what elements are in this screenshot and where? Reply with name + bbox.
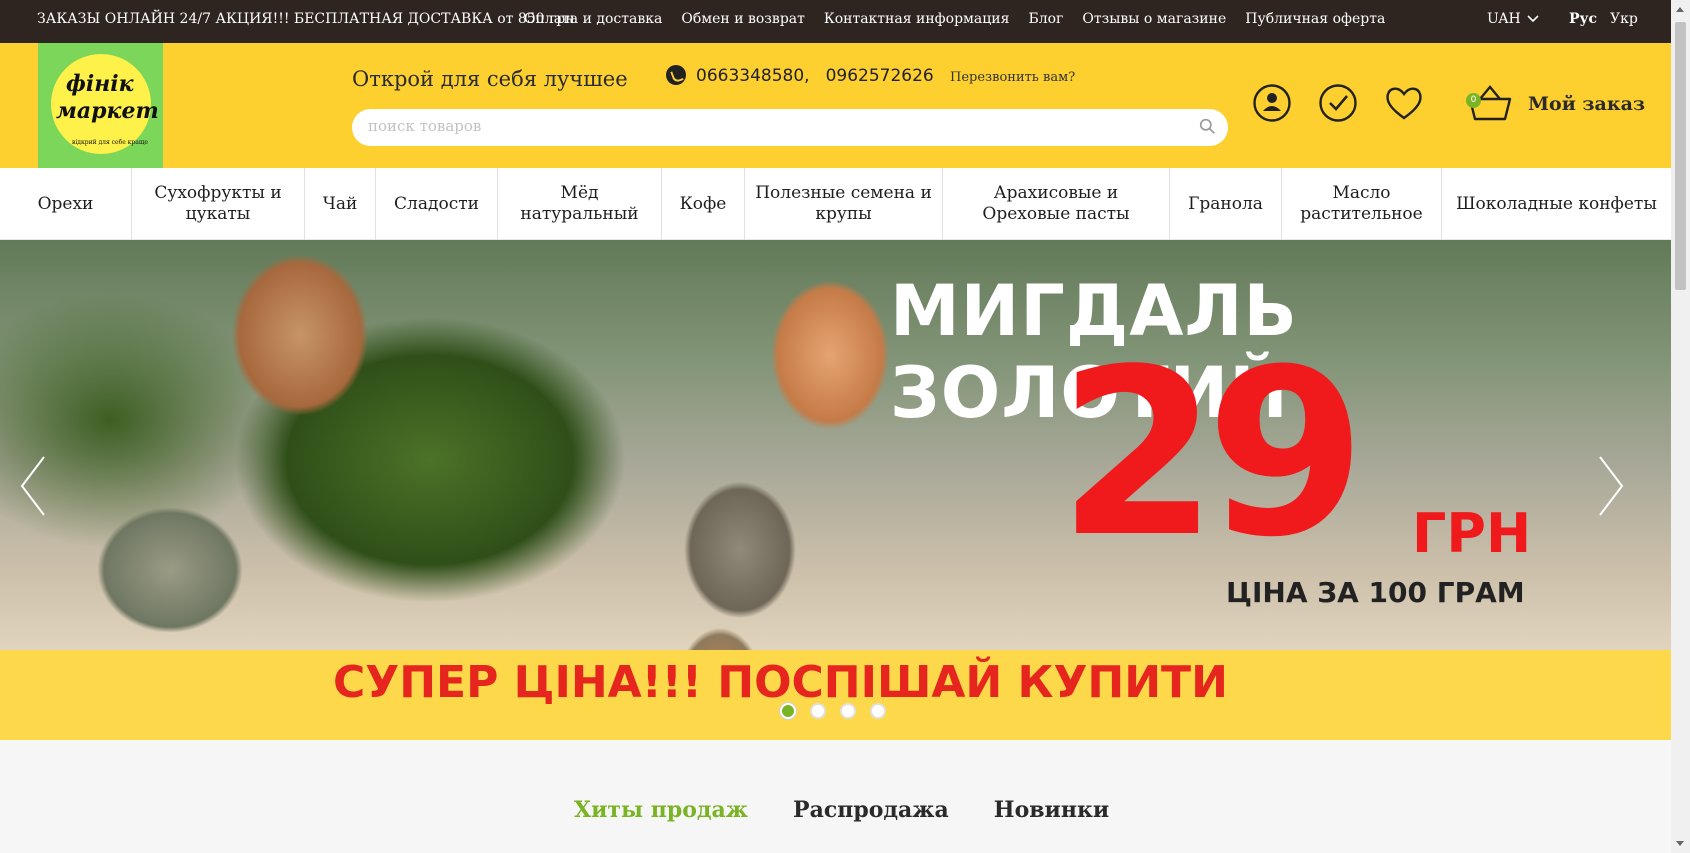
header: фінік маркет відкрий для себе краще Откр… — [0, 43, 1671, 168]
nav-item-seeds-grains[interactable]: Полезные семена и крупы — [745, 168, 943, 240]
search-input[interactable] — [368, 117, 1168, 135]
nav-item-granola[interactable]: Гранола — [1170, 168, 1282, 240]
link-payment-delivery[interactable]: Оплата и доставка — [524, 11, 662, 27]
currency-value: UAH — [1487, 11, 1521, 27]
nav-item-coffee[interactable]: Кофе — [662, 168, 745, 240]
nav-item-sweets[interactable]: Сладости — [376, 168, 498, 240]
slider-dot-1[interactable] — [780, 703, 796, 719]
language-switcher: Рус Укр — [1569, 11, 1638, 27]
chevron-down-icon — [1527, 15, 1539, 23]
search-box — [352, 109, 1228, 146]
tab-sale[interactable]: Распродажа — [793, 797, 949, 823]
link-contacts[interactable]: Контактная информация — [824, 11, 1010, 27]
page-scrollbar[interactable] — [1671, 0, 1690, 853]
lang-uk[interactable]: Укр — [1610, 11, 1638, 27]
phone-icon — [666, 65, 686, 85]
compare-check-icon[interactable] — [1318, 83, 1358, 123]
nav-item-tea[interactable]: Чай — [305, 168, 376, 240]
banner-price: 29 — [1058, 321, 1366, 588]
link-reviews[interactable]: Отзывы о магазине — [1082, 11, 1226, 27]
tab-bestsellers[interactable]: Хиты продаж — [574, 797, 748, 823]
nav-item-nuts[interactable]: Орехи — [0, 168, 132, 240]
slider-dot-3[interactable] — [840, 703, 856, 719]
scroll-down-arrow-icon[interactable] — [1676, 841, 1684, 846]
nav-item-vegetable-oil[interactable]: Масло растительное — [1282, 168, 1442, 240]
scroll-up-arrow-icon[interactable] — [1676, 7, 1684, 12]
link-public-offer[interactable]: Публичная оферта — [1245, 11, 1385, 27]
logo-line-3: відкрий для себе краще — [72, 139, 148, 146]
slider-next-arrow-icon[interactable] — [1596, 455, 1626, 517]
account-icon[interactable] — [1252, 83, 1292, 123]
banner-price-per: ЦІНА ЗА 100 ГРАМ — [1226, 576, 1525, 609]
scrollbar-thumb[interactable] — [1675, 22, 1686, 290]
banner-cta: СУПЕР ЦІНА!!! ПОСПІШАЙ КУПИТИ — [333, 657, 1228, 708]
slider-dot-4[interactable] — [870, 703, 886, 719]
nav-item-nut-pastes[interactable]: Арахисовые и Ореховые пасты — [943, 168, 1170, 240]
link-exchange-return[interactable]: Обмен и возврат — [681, 11, 805, 27]
promo-text: ЗАКАЗЫ ОНЛАЙН 24/7 АКЦИЯ!!! БЕСПЛАТНАЯ Д… — [37, 11, 575, 27]
logo[interactable]: фінік маркет відкрий для себе краще — [38, 43, 163, 168]
slider-dot-2[interactable] — [810, 703, 826, 719]
products-section: Хиты продаж Распродажа Новинки — [0, 740, 1671, 853]
top-links: Оплата и доставка Обмен и возврат Контак… — [524, 11, 1385, 27]
phone-numbers: 0663348580, 0962572626 — [696, 66, 934, 86]
nav-item-dried-fruits[interactable]: Сухофрукты и цукаты — [132, 168, 305, 240]
cart-count-badge: 0 — [1466, 93, 1481, 108]
top-bar: ЗАКАЗЫ ОНЛАЙН 24/7 АКЦИЯ!!! БЕСПЛАТНАЯ Д… — [0, 0, 1671, 43]
category-nav: Орехи Сухофрукты и цукаты Чай Сладости М… — [0, 168, 1671, 240]
product-tabs: Хиты продаж Распродажа Новинки — [574, 797, 1109, 823]
currency-selector[interactable]: UAH — [1487, 11, 1539, 27]
banner-currency: ГРН — [1412, 502, 1532, 565]
phone-2[interactable]: 0962572626 — [826, 66, 934, 86]
tab-new[interactable]: Новинки — [994, 797, 1109, 823]
slider-dots — [780, 703, 886, 719]
wishlist-heart-icon[interactable] — [1384, 83, 1424, 123]
promo-banner-slider[interactable]: МИГДАЛЬ ЗОЛОТИЙ 29 ГРН ЦІНА ЗА 100 ГРАМ … — [0, 240, 1671, 740]
phone-1[interactable]: 0663348580, — [696, 66, 810, 86]
callback-link[interactable]: Перезвонить вам? — [950, 70, 1075, 85]
link-blog[interactable]: Блог — [1028, 11, 1063, 27]
slider-prev-arrow-icon[interactable] — [18, 455, 48, 517]
logo-line-1: фінік — [66, 71, 134, 97]
nav-item-chocolates[interactable]: Шоколадные конфеты — [1442, 168, 1671, 240]
lang-ru[interactable]: Рус — [1569, 11, 1597, 27]
logo-line-2: маркет — [56, 98, 159, 124]
search-icon[interactable] — [1199, 118, 1216, 135]
nav-item-honey[interactable]: Мёд натуральный — [498, 168, 662, 240]
tagline: Открой для себя лучшее — [352, 67, 628, 91]
cart-label[interactable]: Мой заказ — [1528, 93, 1645, 115]
